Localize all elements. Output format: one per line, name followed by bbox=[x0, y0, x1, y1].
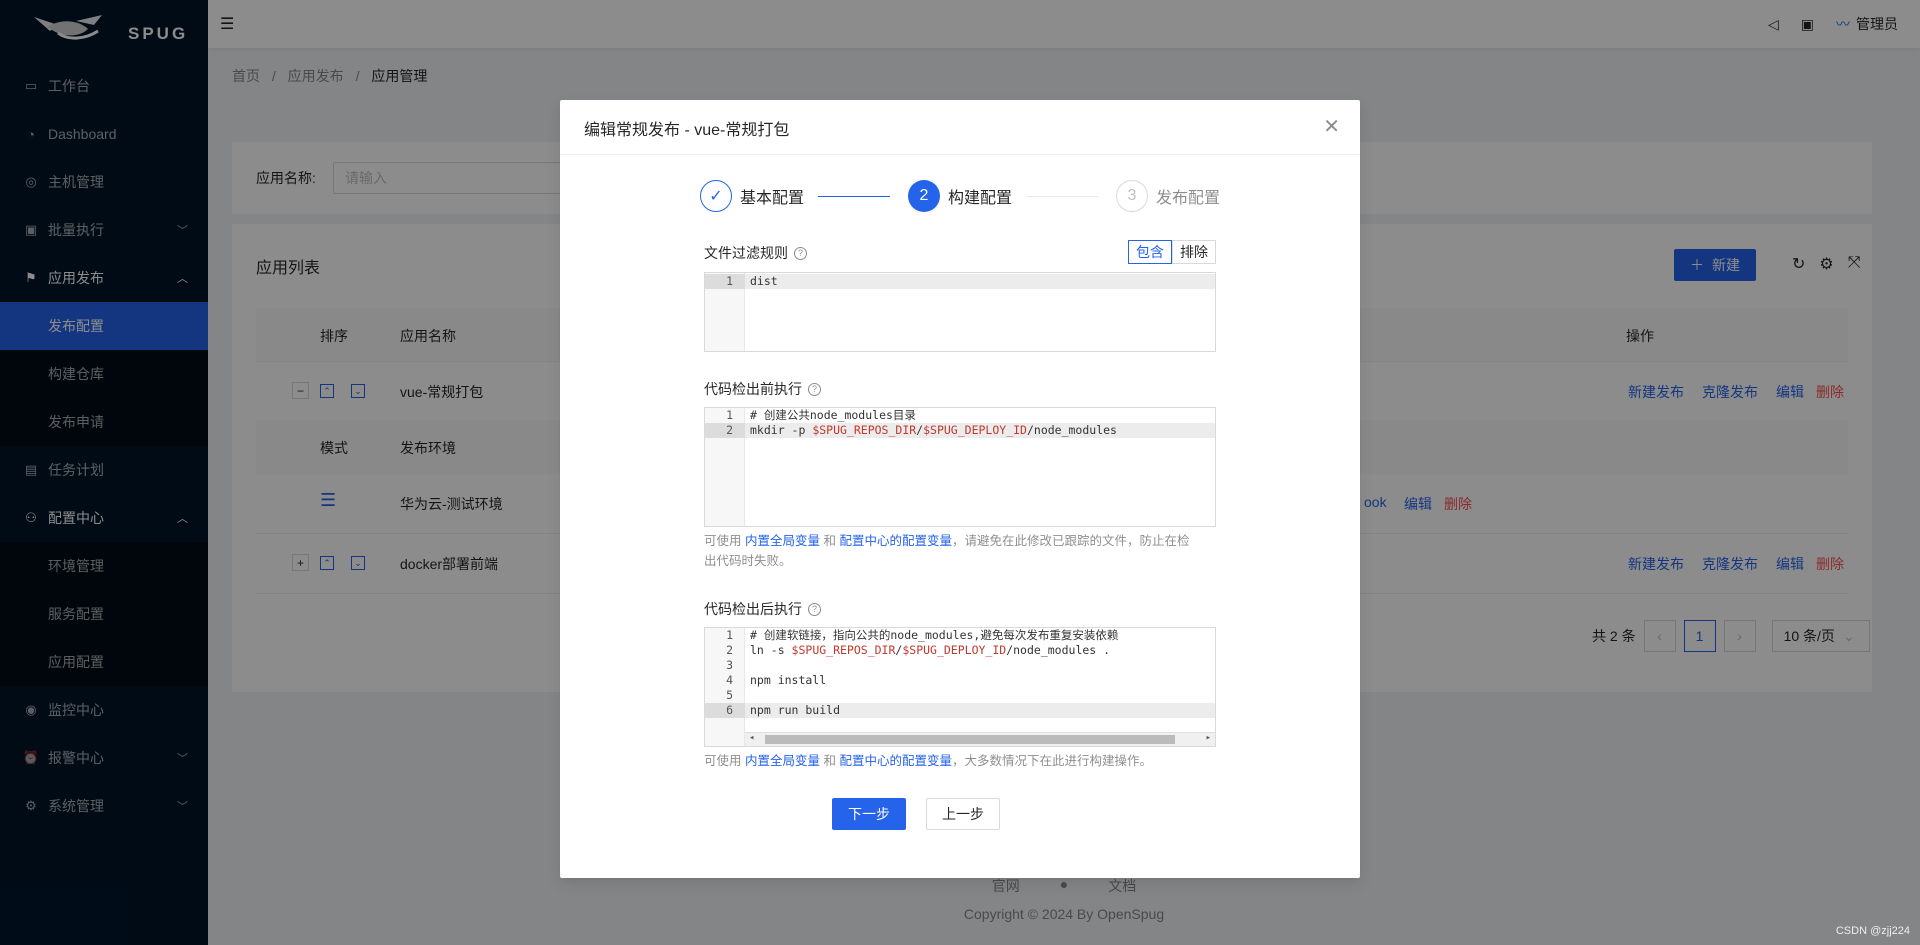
edit-deploy-modal: 编辑常规发布 - vue-常规打包 ✕ ✓ 基本配置 2 构建配置 3 发布配置… bbox=[560, 100, 1360, 878]
filter-label-text: 文件过滤规则 bbox=[704, 245, 788, 261]
hint-text: 和 bbox=[820, 534, 840, 548]
hint-text: 出代码时失败。 bbox=[704, 554, 792, 568]
step-label: 发布配置 bbox=[1156, 190, 1221, 207]
pre-hint: 可使用 内置全局变量 和 配置中心的配置变量，请避免在此修改已跟踪的文件，防止在… bbox=[704, 531, 1189, 571]
exclude-option[interactable]: 排除 bbox=[1172, 240, 1216, 264]
post-label-text: 代码检出后执行 bbox=[704, 601, 802, 617]
watermark: CSDN @zjj224 bbox=[1835, 925, 1910, 937]
steps: ✓ 基本配置 2 构建配置 3 发布配置 bbox=[700, 180, 1220, 214]
horizontal-scrollbar[interactable]: ◂ ▸ bbox=[745, 732, 1215, 746]
pre-label-text: 代码检出前执行 bbox=[704, 381, 802, 397]
code-line: 3 bbox=[726, 658, 733, 672]
hint-text: 可使用 bbox=[704, 534, 745, 548]
step-connector bbox=[1026, 196, 1098, 197]
next-step-button[interactable]: 下一步 bbox=[832, 798, 906, 830]
step-label: 基本配置 bbox=[740, 190, 805, 207]
hint-text: 和 bbox=[820, 754, 840, 768]
code-line: 2 mkdir -p $SPUG_REPOS_DIR/$SPUG_DEPLOY_I… bbox=[705, 423, 1215, 438]
step-number: 3 bbox=[1116, 180, 1148, 212]
include-option[interactable]: 包含 bbox=[1128, 240, 1172, 264]
question-icon[interactable]: ? bbox=[808, 382, 821, 396]
builtin-vars-link[interactable]: 内置全局变量 bbox=[745, 534, 820, 548]
post-label: 代码检出后执行? bbox=[704, 599, 1216, 619]
step-connector bbox=[818, 196, 890, 197]
modal-header: 编辑常规发布 - vue-常规打包 ✕ bbox=[560, 100, 1360, 155]
code-line: 6 npm run build bbox=[705, 703, 1215, 718]
post-checkout-field: 代码检出后执行? 1 # 创建软链接，指向公共的node_modules,避免每次… bbox=[704, 599, 1216, 768]
pre-label: 代码检出前执行? bbox=[704, 379, 1216, 399]
code-line: 1 dist bbox=[705, 274, 1215, 289]
check-icon: ✓ bbox=[700, 180, 732, 212]
post-hint: 可使用 内置全局变量 和 配置中心的配置变量，大多数情况下在此进行构建操作。 bbox=[704, 751, 1152, 771]
pre-checkout-field: 代码检出前执行? 1 # 创建公共node_modules目录 2 mkdir -p… bbox=[704, 379, 1216, 568]
hint-text: 可使用 bbox=[704, 754, 745, 768]
filter-mode-toggle: 包含 排除 bbox=[1128, 240, 1216, 264]
builtin-vars-link[interactable]: 内置全局变量 bbox=[745, 754, 820, 768]
step-number: 2 bbox=[908, 180, 940, 212]
config-vars-link[interactable]: 配置中心的配置变量 bbox=[839, 754, 952, 768]
question-icon[interactable]: ? bbox=[794, 246, 807, 260]
hint-text: ，大多数情况下在此进行构建操作。 bbox=[951, 754, 1152, 768]
pre-checkout-editor[interactable]: 1 # 创建公共node_modules目录 2 mkdir -p $SPUG_RE… bbox=[704, 407, 1216, 527]
close-icon[interactable]: ✕ bbox=[1323, 114, 1340, 139]
scroll-left-icon[interactable]: ◂ bbox=[749, 733, 754, 743]
scrollbar-thumb[interactable] bbox=[765, 735, 1175, 744]
config-vars-link[interactable]: 配置中心的配置变量 bbox=[839, 534, 952, 548]
code-line: 1 # 创建软链接，指向公共的node_modules,避免每次发布重复安装依赖 bbox=[726, 628, 1119, 642]
post-checkout-editor[interactable]: 1 # 创建软链接，指向公共的node_modules,避免每次发布重复安装依赖 … bbox=[704, 627, 1216, 747]
modal-title: 编辑常规发布 - vue-常规打包 bbox=[584, 122, 790, 139]
code-line: 5 bbox=[726, 688, 733, 702]
scroll-right-icon[interactable]: ▸ bbox=[1206, 733, 1211, 743]
step-build[interactable]: 2 构建配置 bbox=[908, 180, 1012, 212]
step-basic[interactable]: ✓ 基本配置 bbox=[700, 180, 804, 212]
step-label: 构建配置 bbox=[948, 190, 1013, 207]
prev-step-button[interactable]: 上一步 bbox=[926, 798, 1000, 830]
hint-text: ，请避免在此修改已跟踪的文件，防止在检 bbox=[951, 534, 1190, 548]
filter-field: 文件过滤规则? 包含 排除 1 dist bbox=[704, 240, 1216, 352]
code-line: 2 ln -s $SPUG_REPOS_DIR/$SPUG_DEPLOY_ID/n… bbox=[726, 643, 1111, 657]
step-publish[interactable]: 3 发布配置 bbox=[1116, 180, 1220, 212]
code-line: 4 npm install bbox=[726, 673, 827, 687]
filter-editor[interactable]: 1 dist bbox=[704, 272, 1216, 352]
question-icon[interactable]: ? bbox=[808, 602, 821, 616]
code-line: 1 # 创建公共node_modules目录 bbox=[726, 408, 916, 422]
